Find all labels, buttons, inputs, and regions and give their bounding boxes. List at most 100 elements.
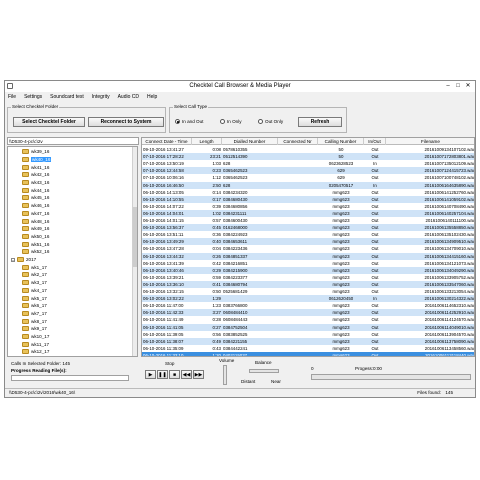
distant-label: Distant — [241, 379, 256, 384]
tree-item[interactable]: wk46_16 — [22, 202, 49, 210]
call-list-table[interactable]: Connect Date - Time Length Dialled Number C… — [141, 137, 475, 357]
fast-forward-button[interactable]: ▶▶ — [193, 370, 204, 379]
table-row[interactable]: 06-10-2016 14:10:55 0:17 0384680430 mmg623 O… — [142, 195, 474, 203]
table-row[interactable]: 06-10-2016 13:51:11 0:36 0384224923 mmg623 O… — [142, 231, 474, 238]
table-row[interactable]: 06-10-2016 13:36:10 0:41 0384680794 mmg623 O… — [142, 280, 474, 289]
table-cell: Out — [371, 317, 379, 323]
tree-item[interactable]: wk9_17 — [22, 325, 47, 333]
column-header[interactable]: Connect Date - Time — [142, 138, 192, 145]
tree-item[interactable]: wk40_16 — [22, 156, 52, 164]
progress-reading-bar — [11, 375, 129, 381]
tree-item[interactable]: wk11_17 — [22, 341, 49, 349]
maximize-button[interactable]: □ — [453, 82, 463, 90]
folder-tree[interactable]: wk39_16 wk40_16 wk41_16 wk42_16 wk43_16 wk44_… — [7, 146, 138, 357]
tree-item[interactable]: wk39_16 — [22, 148, 49, 156]
tree-expand-icon[interactable]: – — [11, 257, 15, 262]
play-button[interactable]: ▶ — [145, 370, 156, 379]
tree-item[interactable]: – 2017 — [11, 256, 36, 264]
column-header[interactable]: Filename — [386, 138, 474, 145]
column-header[interactable]: In/Out — [364, 138, 386, 145]
table-row[interactable]: 07-10-2016 10:06:16 1:12 0365462523 629 Out 2… — [142, 174, 474, 181]
tree-item[interactable]: wk44_16 — [22, 187, 49, 195]
playback-progress-slider[interactable] — [311, 374, 471, 380]
balance-slider[interactable] — [249, 369, 279, 373]
table-row[interactable]: 07-10-2016 13:50:19 1:03 628 0623628523 In 20… — [142, 160, 474, 167]
stop-button[interactable]: ■ — [169, 370, 180, 379]
tree-item[interactable]: wk51_16 — [22, 240, 49, 248]
menu-soundcard-test[interactable]: Soundcard test — [50, 93, 84, 101]
refresh-button[interactable]: Refresh — [298, 117, 342, 127]
table-cell: 628 — [223, 161, 231, 167]
pause-button[interactable]: ❚❚ — [157, 370, 168, 379]
reconnect-button[interactable]: Reconnect to System — [88, 117, 164, 127]
radio-dot-out-only[interactable] — [258, 119, 263, 124]
menu-audio-cd[interactable]: Audio CD — [118, 93, 139, 101]
folder-icon — [22, 210, 29, 216]
table-row[interactable]: 06-10-2016 11:47:00 1:23 0383766800 mmg623 O… — [142, 302, 474, 309]
table-row[interactable]: 06-10-2016 11:38:07 0:49 0384221155 mmg623 O… — [142, 337, 474, 345]
table-row[interactable]: 06-10-2016 11:41:49 0:28 0608484443 mmg623 O… — [142, 316, 474, 323]
tree-item[interactable]: wk8_17 — [22, 317, 47, 325]
table-row[interactable]: 06-10-2016 11:33:10 1:20 0402115037 mmg623 O… — [142, 351, 474, 357]
folder-icon — [22, 241, 29, 247]
column-header[interactable]: Length — [192, 138, 222, 145]
table-cell: 06-10-2016 11:47:00 — [143, 303, 184, 309]
radio-out-only[interactable]: Out Only — [258, 119, 283, 124]
tree-scroll-thumb[interactable] — [133, 207, 137, 267]
tree-item-label: wk42_16 — [31, 172, 50, 178]
menu-settings[interactable]: Settings — [24, 93, 42, 101]
menu-file[interactable]: File — [8, 93, 16, 101]
select-folder-button[interactable]: Select Checktel Folder — [13, 117, 85, 127]
tree-item[interactable]: wk48_16 — [22, 217, 49, 225]
tree-scrollbar[interactable] — [132, 147, 137, 356]
table-cell: 0384231111 — [223, 210, 247, 216]
tree-item[interactable]: wk3_17 — [22, 279, 47, 287]
folder-path-field[interactable]: \\D530-4-pc\c\2v — [7, 137, 139, 145]
tree-item[interactable]: wk52_16 — [22, 248, 49, 256]
tree-item[interactable]: wk5_17 — [22, 294, 47, 302]
table-row[interactable]: 06-10-2016 14:04:01 1:02 0384231111 mmg623 O… — [142, 209, 474, 218]
table-cell: 06-10-2016 13:51:11 — [143, 232, 184, 238]
tree-item[interactable]: wk4_17 — [22, 287, 47, 295]
column-header[interactable]: Connected Nr — [278, 138, 318, 145]
table-cell: 06-10-2016 11:38:07 — [143, 338, 184, 344]
radio-dot-in-only[interactable] — [220, 119, 225, 124]
menu-integrity[interactable]: Integrity — [92, 93, 110, 101]
tree-item[interactable]: wk7_17 — [22, 310, 47, 318]
radio-in-and-out[interactable]: In and Out — [175, 119, 203, 124]
menu-help[interactable]: Help — [147, 93, 157, 101]
table-row[interactable]: 06-10-2016 13:47:28 0:04 0384223436 mmg623 O… — [142, 245, 474, 252]
radio-in-only[interactable]: In Only — [220, 119, 242, 124]
table-row[interactable]: 06-10-2016 13:40:46 0:29 0384215900 mmg623 O… — [142, 266, 474, 274]
column-header[interactable]: Dialled Number — [222, 138, 278, 145]
table-cell: 0384680430 — [223, 196, 248, 202]
folder-icon — [22, 349, 29, 355]
rewind-button[interactable]: ◀◀ — [181, 370, 192, 379]
close-button[interactable]: ✕ — [463, 82, 473, 90]
tree-item[interactable]: wk12_17 — [22, 348, 49, 356]
tree-item[interactable]: wk49_16 — [22, 225, 49, 233]
status-bar: \\D530-4-pc\c\2v\2016\wk40_16\ Files fou… — [5, 388, 475, 397]
tree-item[interactable]: wk6_17 — [22, 302, 47, 310]
tree-item-label: wk1_17 — [31, 264, 47, 270]
radio-dot-in-and-out[interactable] — [175, 119, 180, 124]
tree-item[interactable]: wk43_16 — [22, 179, 49, 187]
tree-item[interactable]: wk2_17 — [22, 271, 47, 279]
tree-item[interactable]: wk10_17 — [22, 333, 49, 341]
tree-item[interactable]: wk1_17 — [22, 264, 47, 272]
tree-item[interactable]: wk47_16 — [22, 210, 49, 218]
near-label: Near — [271, 379, 281, 384]
minimize-button[interactable]: – — [443, 82, 453, 90]
folder-icon — [22, 326, 29, 332]
volume-slider[interactable] — [223, 365, 227, 385]
tree-item-label: wk5_17 — [31, 295, 47, 301]
tree-item[interactable]: wk50_16 — [22, 233, 49, 241]
folder-icon — [22, 264, 29, 270]
tree-item[interactable]: wk42_16 — [22, 171, 49, 179]
table-cell: mmg623 — [332, 352, 350, 357]
tree-item-label: wk49_16 — [31, 226, 50, 232]
tree-item[interactable]: wk41_16 — [22, 163, 49, 171]
tree-item[interactable]: wk45_16 — [22, 194, 49, 202]
column-header[interactable]: Calling Number — [318, 138, 364, 145]
status-path: \\D530-4-pc\c\2v\2016\wk40_16\ — [9, 390, 76, 395]
